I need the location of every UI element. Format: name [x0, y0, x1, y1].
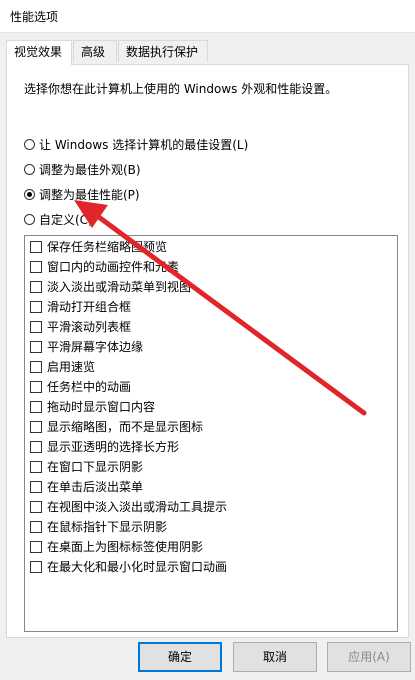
checkbox-label: 保存任务栏缩略图预览: [47, 240, 168, 254]
checkbox-box: [30, 341, 42, 353]
checkbox-box: [30, 561, 42, 573]
checkbox-label: 淡入淡出或滑动菜单到视图: [47, 280, 192, 294]
checkbox-box: [30, 421, 42, 433]
checkbox-label: 平滑滚动列表框: [47, 320, 132, 334]
checkbox-label: 在最大化和最小化时显示窗口动画: [47, 560, 228, 574]
checkbox-label: 在桌面上为图标标签使用阴影: [47, 540, 204, 554]
checkbox-label: 启用速览: [47, 360, 96, 374]
checkbox-box: [30, 461, 42, 473]
checkbox-label: 任务栏中的动画: [47, 380, 132, 394]
cancel-button[interactable]: 取消: [233, 642, 317, 672]
radio-label: 调整为最佳性能(P): [39, 188, 140, 202]
checkbox-label: 滑动打开组合框: [47, 300, 132, 314]
visual-effects-list[interactable]: 保存任务栏缩略图预览 窗口内的动画控件和元素 淡入淡出或滑动菜单到视图 滑动打开…: [24, 235, 398, 632]
radio-indicator-selected: [24, 189, 35, 200]
checkbox-box: [30, 261, 42, 273]
tab-visual-effects[interactable]: 视觉效果: [6, 40, 72, 65]
checkbox-box: [30, 501, 42, 513]
checkbox-box: [30, 541, 42, 553]
checkbox-label: 平滑屏幕字体边缘: [47, 340, 144, 354]
checkbox-label: 显示缩略图，而不是显示图标: [47, 420, 204, 434]
radio-indicator: [24, 214, 35, 225]
window-title: 性能选项: [10, 10, 59, 24]
checkbox-box: [30, 281, 42, 293]
checkbox-label: 拖动时显示窗口内容: [47, 400, 156, 414]
radio-label: 让 Windows 选择计算机的最佳设置(L): [39, 138, 249, 152]
checkbox-box: [30, 321, 42, 333]
checkbox-label: 在视图中淡入淡出或滑动工具提示: [47, 500, 228, 514]
checkbox-label: 显示亚透明的选择长方形: [47, 440, 180, 454]
panel-description: 选择你想在此计算机上使用的 Windows 外观和性能设置。: [24, 82, 338, 96]
radio-label: 自定义(C): [39, 213, 93, 227]
checkbox-label: 窗口内的动画控件和元素: [47, 260, 180, 274]
radio-indicator: [24, 164, 35, 175]
ok-button[interactable]: 确定: [138, 642, 222, 672]
checkbox-box: [30, 481, 42, 493]
apply-button[interactable]: 应用(A): [327, 642, 411, 672]
checkbox-label: 在窗口下显示阴影: [47, 460, 144, 474]
radio-indicator: [24, 139, 35, 150]
checkbox-label: 在鼠标指针下显示阴影: [47, 520, 168, 534]
checkbox-box: [30, 401, 42, 413]
checkbox-label: 在单击后淡出菜单: [47, 480, 144, 494]
checkbox-box: [30, 241, 42, 253]
tab-advanced[interactable]: 高级: [73, 40, 117, 62]
checkbox-box: [30, 361, 42, 373]
title-bar: 性能选项: [0, 0, 415, 33]
visual-effects-panel: 选择你想在此计算机上使用的 Windows 外观和性能设置。 让 Windows…: [6, 64, 409, 638]
checkbox-box: [30, 301, 42, 313]
checkbox-box: [30, 521, 42, 533]
tab-data-execution-prevention[interactable]: 数据执行保护: [118, 40, 208, 62]
checkbox-box: [30, 441, 42, 453]
checkbox-box: [30, 381, 42, 393]
radio-label: 调整为最佳外观(B): [39, 163, 141, 177]
